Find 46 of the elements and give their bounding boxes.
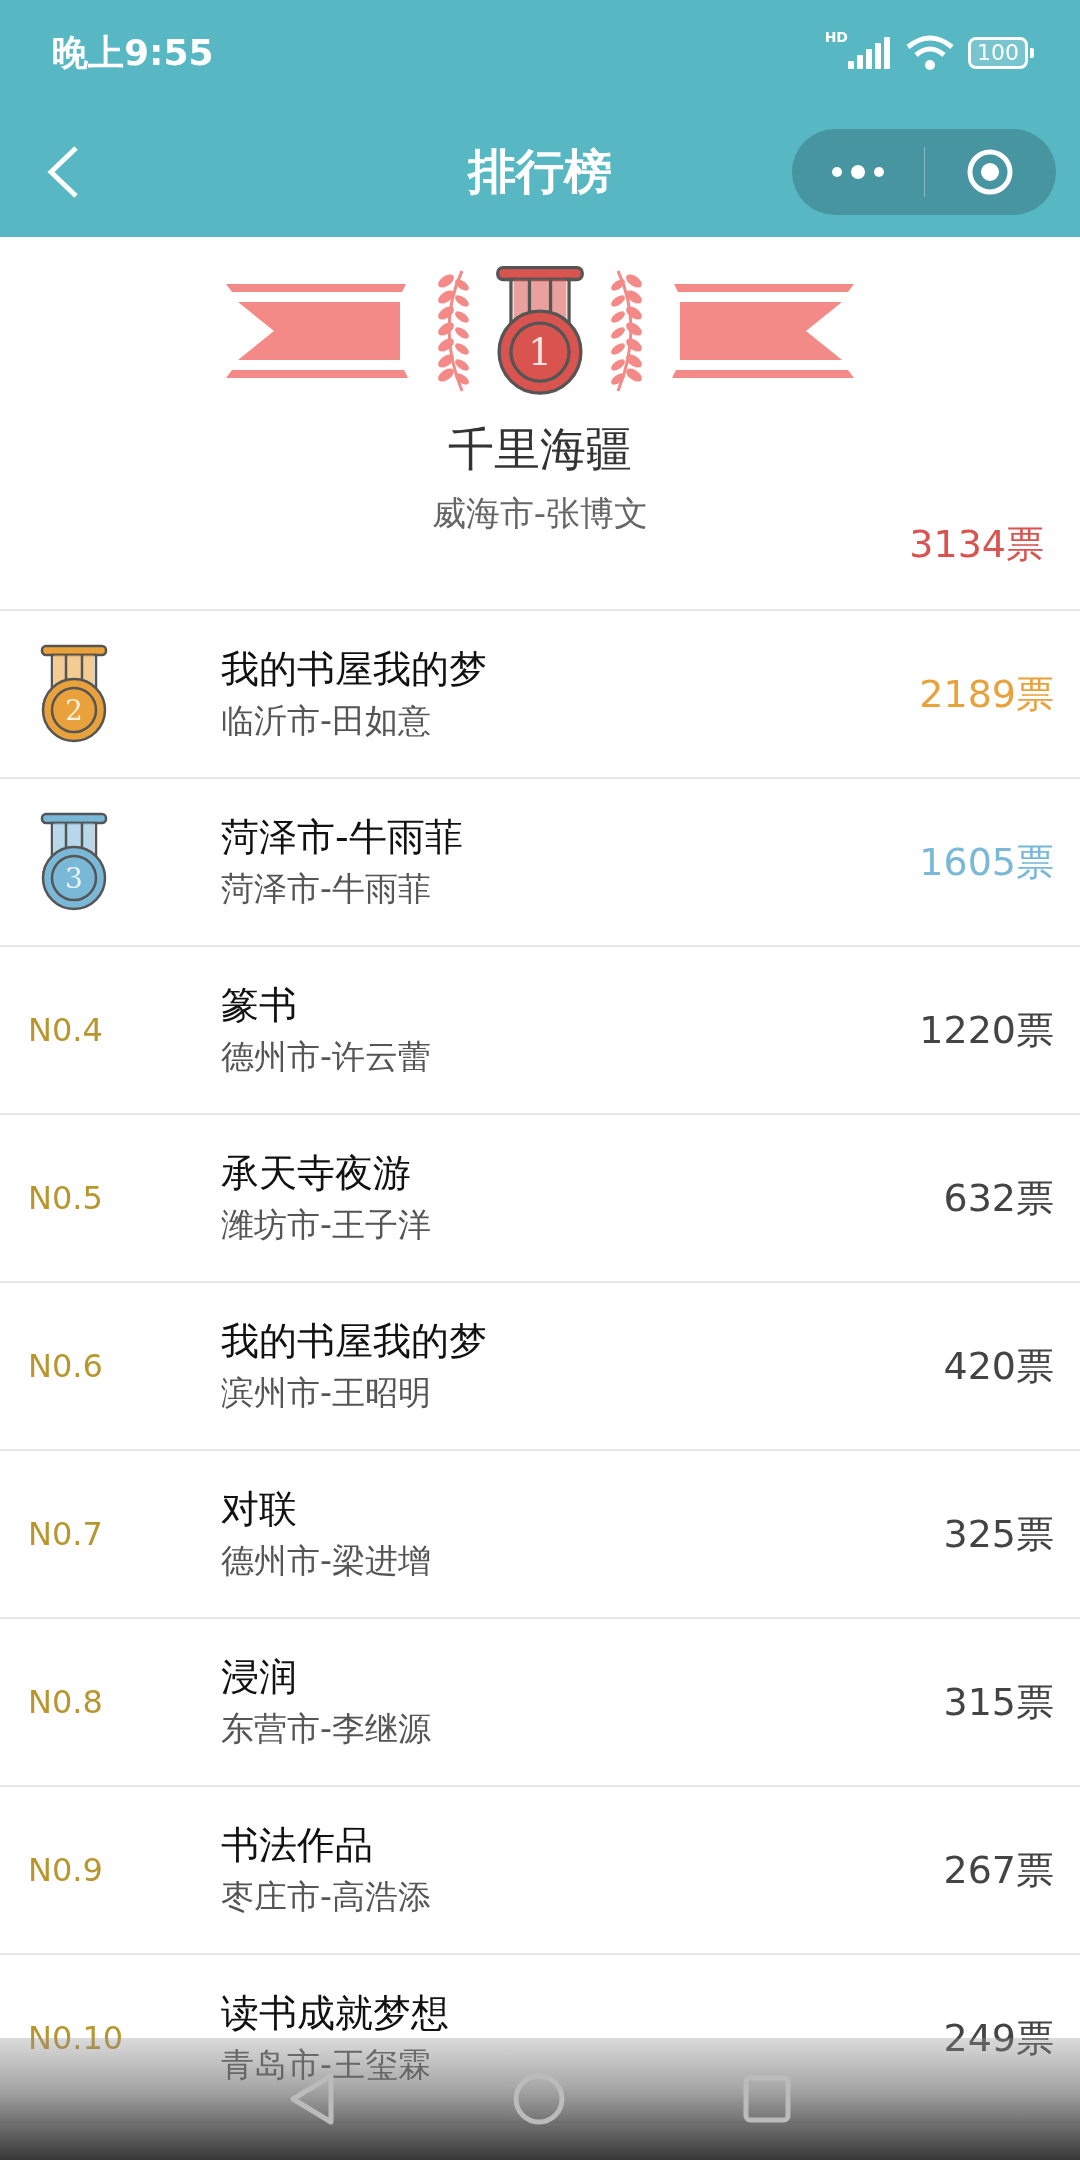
entry-author: 菏泽市-牛雨菲 <box>221 868 431 910</box>
entry-title: 对联 <box>221 1486 297 1533</box>
wifi-icon <box>906 35 954 71</box>
vote-count: 267票 <box>943 1846 1054 1894</box>
vote-count: 2189票 <box>919 670 1054 718</box>
vote-count: 1220票 <box>919 1006 1054 1054</box>
entry-author: 德州市-许云蕾 <box>221 1036 431 1078</box>
back-icon[interactable] <box>46 144 80 199</box>
entry-author: 临沂市-田如意 <box>221 700 431 742</box>
vote-count: 249票 <box>943 2014 1054 2062</box>
vote-count: 1605票 <box>919 838 1054 886</box>
vote-count: 315票 <box>943 1678 1054 1726</box>
entry-author: 青岛市-王玺霖 <box>221 2044 431 2086</box>
entry-author: 潍坊市-王子洋 <box>221 1204 431 1246</box>
rank-label: N0.9 <box>28 1851 103 1889</box>
entry-title: 浸润 <box>221 1654 297 1701</box>
rank-label: N0.10 <box>28 2019 124 2057</box>
more-icon[interactable] <box>830 163 885 180</box>
entry-title: 千里海疆 <box>448 421 632 478</box>
rank-label: N0.4 <box>28 1011 103 1049</box>
entry-author: 滨州市-王昭明 <box>221 1372 431 1414</box>
vote-count: 325票 <box>943 1510 1054 1558</box>
entry-title: 菏泽市-牛雨菲 <box>221 814 463 861</box>
entry-title: 我的书屋我的梦 <box>221 1318 487 1365</box>
entry-author: 德州市-梁进增 <box>221 1540 431 1582</box>
rank-label: N0.5 <box>28 1179 103 1217</box>
entry-title: 承天寺夜游 <box>221 1150 411 1197</box>
rank-label: N0.6 <box>28 1347 103 1385</box>
home-icon[interactable] <box>512 2072 566 2126</box>
rank-label: N0.7 <box>28 1515 103 1553</box>
vote-count: 420票 <box>943 1342 1054 1390</box>
entry-title: 篆书 <box>221 982 297 1029</box>
rank-label: N0.8 <box>28 1683 103 1721</box>
network-label: HD <box>824 29 848 45</box>
page-title: 排行榜 <box>468 142 612 199</box>
entry-title: 我的书屋我的梦 <box>221 646 487 693</box>
entry-author: 威海市-张博文 <box>431 492 649 535</box>
vote-count: 3134票 <box>909 521 1044 568</box>
entry-author: 枣庄市-高浩添 <box>221 1876 431 1918</box>
entry-title: 读书成就梦想 <box>221 1990 449 2037</box>
vote-count: 632票 <box>943 1174 1054 1222</box>
signal-icon <box>848 37 892 69</box>
entry-title: 书法作品 <box>221 1822 373 1869</box>
entry-author: 东营市-李继源 <box>221 1708 431 1750</box>
recents-icon[interactable] <box>743 2075 792 2123</box>
status-time: 晚上9:55 <box>52 30 214 75</box>
